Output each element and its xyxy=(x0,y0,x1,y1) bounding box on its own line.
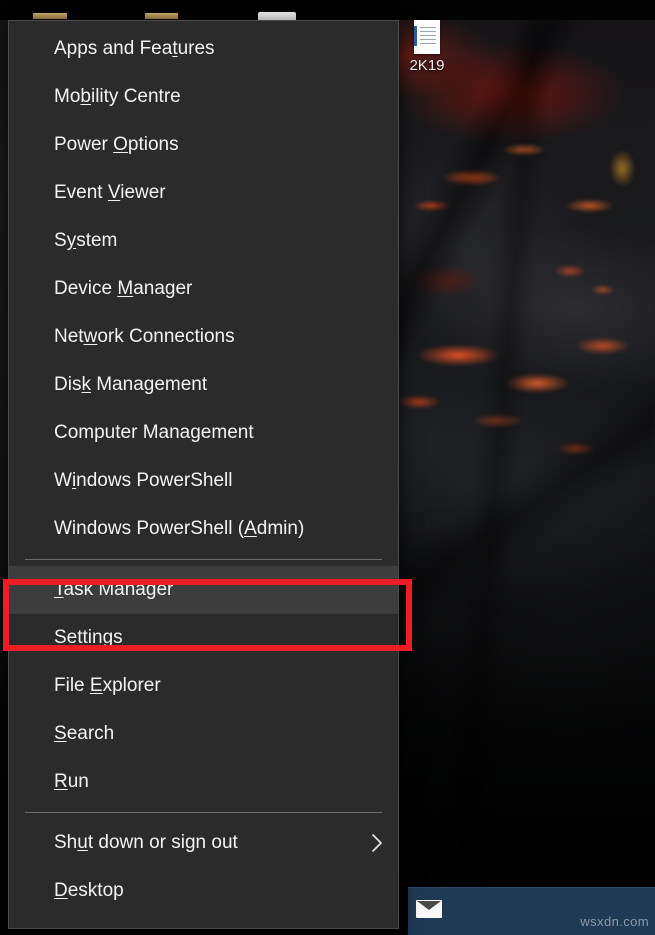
menu-item-apps-and-features[interactable]: Apps and Features xyxy=(9,25,398,73)
menu-item-label-post: ptions xyxy=(127,134,179,155)
menu-item-accelerator: E xyxy=(89,675,103,696)
menu-item-label-pre: S xyxy=(54,230,67,251)
menu-item-accelerator: O xyxy=(113,134,128,155)
menu-separator-1 xyxy=(25,559,382,560)
menu-item-label-pre: Net xyxy=(54,326,84,347)
menu-item-desktop[interactable]: Desktop xyxy=(9,867,398,915)
menu-item-settings[interactable]: Settings xyxy=(9,614,398,662)
menu-item-mobility-centre[interactable]: Mobility Centre xyxy=(9,73,398,121)
menu-item-label-pre: Power xyxy=(54,134,114,155)
menu-item-label-post: Management xyxy=(90,374,208,395)
menu-item-accelerator: u xyxy=(77,832,88,853)
menu-item-label-pre: Dis xyxy=(54,374,82,395)
menu-item-label-post: ndows PowerShell xyxy=(76,470,233,491)
menu-item-accelerator: D xyxy=(54,880,68,901)
menu-item-label-pre: Computer Management xyxy=(54,422,254,443)
menu-separator-2 xyxy=(25,812,382,813)
menu-item-task-manager[interactable]: Task Manager xyxy=(9,566,398,614)
menu-item-label-post: earch xyxy=(66,723,115,744)
menu-item-accelerator: w xyxy=(83,326,98,347)
menu-item-label-pre: Windows PowerShell ( xyxy=(54,518,245,539)
watermark: wsxdn.com xyxy=(580,914,649,929)
menu-item-label-pre: Mo xyxy=(54,86,81,107)
menu-item-accelerator: V xyxy=(107,182,121,203)
menu-item-label-pre: Apps and Fea xyxy=(54,38,173,59)
menu-item-label-post: dmin) xyxy=(256,518,305,539)
menu-item-accelerator: n xyxy=(92,627,103,648)
menu-item-search[interactable]: Search xyxy=(9,710,398,758)
document-icon-lines xyxy=(420,27,436,45)
menu-item-accelerator: b xyxy=(80,86,91,107)
winx-power-user-menu[interactable]: Apps and Features Mobility Centre Power … xyxy=(3,20,412,929)
menu-item-windows-powershell[interactable]: Windows PowerShell xyxy=(9,457,398,505)
menu-item-accelerator: A xyxy=(244,518,257,539)
white-icon-stub[interactable] xyxy=(258,12,296,20)
menu-item-accelerator: T xyxy=(54,579,64,600)
menu-item-label-pre: Event xyxy=(54,182,108,203)
chevron-right-icon xyxy=(370,832,384,854)
menu-item-label-pre: File xyxy=(54,675,90,696)
menu-item-label-post: ask Manager xyxy=(63,579,174,600)
menu-item-label-post: t down or sign out xyxy=(87,832,238,853)
menu-item-label-post: gs xyxy=(102,627,123,648)
menu-item-file-explorer[interactable]: File Explorer xyxy=(9,662,398,710)
folder-icon-stub-2[interactable] xyxy=(145,13,178,19)
menu-item-event-viewer[interactable]: Event Viewer xyxy=(9,169,398,217)
menu-item-accelerator: k xyxy=(81,374,91,395)
menu-item-label-pre: Sh xyxy=(54,832,78,853)
menu-item-label-post: ures xyxy=(177,38,215,59)
menu-item-shut-down-or-sign-out[interactable]: Shut down or sign out xyxy=(9,819,398,867)
folder-icon-stub-1[interactable] xyxy=(33,13,67,19)
desktop-icon-label: 2K19 xyxy=(409,57,445,74)
desktop-icon-2k19[interactable]: 2K19 xyxy=(398,20,456,74)
menu-item-label-post: iewer xyxy=(120,182,166,203)
menu-item-accelerator: R xyxy=(54,771,68,792)
menu-item-disk-management[interactable]: Disk Management xyxy=(9,361,398,409)
menu-item-accelerator: S xyxy=(54,723,67,744)
mail-icon[interactable] xyxy=(416,900,442,918)
document-icon-spine xyxy=(414,26,417,46)
menu-item-device-manager[interactable]: Device Manager xyxy=(9,265,398,313)
document-icon xyxy=(414,20,440,54)
menu-item-computer-management[interactable]: Computer Management xyxy=(9,409,398,457)
menu-item-label-post: ork Connections xyxy=(97,326,235,347)
menu-item-power-options[interactable]: Power Options xyxy=(9,121,398,169)
menu-item-label-post: ility Centre xyxy=(90,86,181,107)
desktop-top-strip xyxy=(0,0,655,20)
menu-item-run[interactable]: Run xyxy=(9,758,398,806)
menu-item-label-post: esktop xyxy=(67,880,124,901)
menu-item-network-connections[interactable]: Network Connections xyxy=(9,313,398,361)
menu-item-label-post: xplorer xyxy=(102,675,161,696)
menu-item-label-pre: Device xyxy=(54,278,118,299)
menu-item-label-post: anager xyxy=(133,278,193,299)
taskbar[interactable]: wsxdn.com xyxy=(408,887,655,935)
mail-icon-flap xyxy=(417,901,441,910)
menu-item-label-pre: Setti xyxy=(54,627,93,648)
menu-item-label-post: stem xyxy=(76,230,118,251)
menu-item-system[interactable]: System xyxy=(9,217,398,265)
menu-item-accelerator: M xyxy=(117,278,134,299)
menu-item-label-pre: W xyxy=(54,470,72,491)
menu-item-windows-powershell-admin[interactable]: Windows PowerShell (Admin) xyxy=(9,505,398,553)
menu-item-label-post: un xyxy=(67,771,89,792)
menu-item-accelerator: y xyxy=(66,230,77,251)
screen: 2K19 wsxdn.com Apps and Features Mobilit… xyxy=(0,0,655,935)
